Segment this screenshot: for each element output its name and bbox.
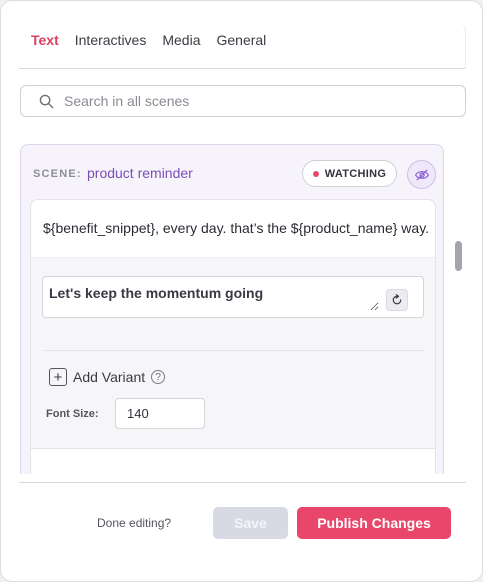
search-icon xyxy=(39,94,54,108)
font-size-input[interactable] xyxy=(115,398,205,429)
variant-field: Let's keep the momentum going xyxy=(42,276,424,318)
divider xyxy=(42,350,424,351)
search-input[interactable] xyxy=(64,93,444,109)
tab-bar: Text Interactives Media General xyxy=(19,21,466,69)
scene-card: SCENE: product reminder WATCHING ${benef… xyxy=(20,144,444,474)
scene-name[interactable]: product reminder xyxy=(87,165,193,181)
watching-badge[interactable]: WATCHING xyxy=(302,160,397,187)
scrollbar-thumb[interactable] xyxy=(455,241,462,271)
font-size-label: Font Size: xyxy=(46,408,99,420)
scene-body: ${benefit_snippet}, every day. that’s th… xyxy=(30,199,436,474)
plus-icon: + xyxy=(49,368,67,386)
tab-text[interactable]: Text xyxy=(31,32,59,48)
add-variant-label: Add Variant xyxy=(73,369,146,385)
watching-label: WATCHING xyxy=(324,167,387,180)
refresh-icon xyxy=(392,294,402,305)
scene-line-text[interactable]: ${benefit_snippet}, every day. that’s th… xyxy=(43,220,429,236)
search-bar xyxy=(20,85,466,117)
scene-label: SCENE: xyxy=(33,168,82,180)
footer-divider xyxy=(19,482,466,483)
done-editing-label: Done editing? xyxy=(97,516,172,530)
help-icon[interactable]: ? xyxy=(151,370,166,384)
editor-panel: Text Interactives Media General SCENE: p… xyxy=(0,0,483,582)
variant-textarea[interactable]: Let's keep the momentum going xyxy=(49,285,379,311)
tab-media[interactable]: Media xyxy=(162,32,200,48)
status-dot xyxy=(312,170,319,177)
next-line-block xyxy=(31,448,435,474)
regenerate-button[interactable] xyxy=(386,289,408,311)
add-variant-button[interactable]: + Add Variant ? xyxy=(49,368,166,386)
eye-off-icon xyxy=(414,169,429,180)
tab-interactives[interactable]: Interactives xyxy=(75,32,147,48)
save-button[interactable]: Save xyxy=(213,507,288,539)
tab-general[interactable]: General xyxy=(216,32,266,48)
publish-changes-button[interactable]: Publish Changes xyxy=(297,507,451,539)
toggle-visibility-button[interactable] xyxy=(407,160,436,189)
variant-area: Let's keep the momentum going + Add Vari… xyxy=(31,258,435,474)
